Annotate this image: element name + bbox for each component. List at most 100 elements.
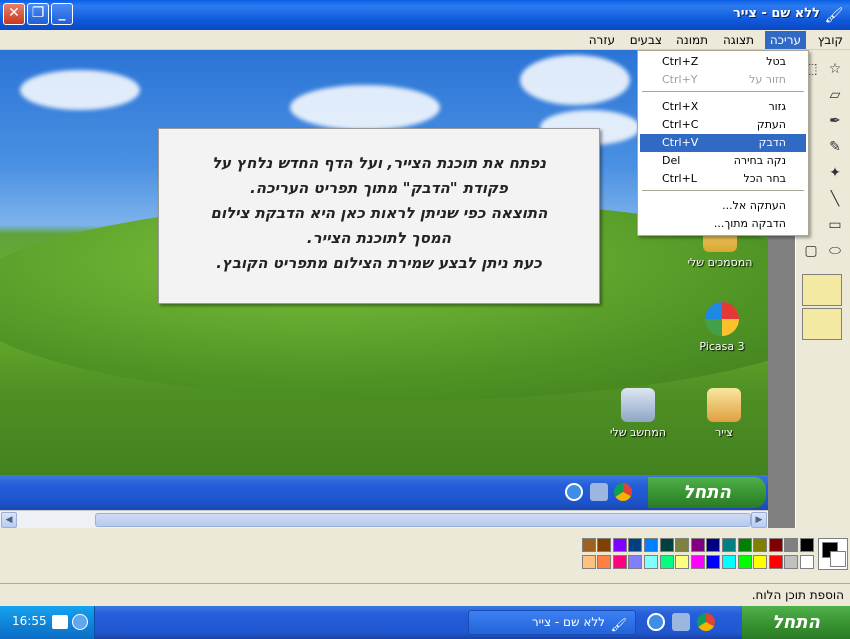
callout-line: כעת ניתן לבצע שמירת הצילום מתפריט הקובץ. bbox=[216, 254, 542, 272]
color-swatch[interactable] bbox=[659, 538, 674, 552]
menu-item-label: חזור על bbox=[749, 73, 786, 86]
minimize-button[interactable]: _ bbox=[51, 3, 73, 25]
menu-item-copy[interactable]: העתק Ctrl+C bbox=[640, 116, 806, 134]
color-swatch[interactable] bbox=[753, 538, 768, 552]
status-bar: הוספת תוכן הלוח. bbox=[0, 583, 850, 606]
menu-item-select-all[interactable]: בחר הכל Ctrl+L bbox=[640, 170, 806, 188]
color-swatch[interactable] bbox=[628, 538, 643, 552]
ellipse-icon[interactable]: ⬭ bbox=[824, 240, 846, 262]
menu-image[interactable]: תמונה bbox=[671, 31, 713, 49]
desktop-icon-picasa[interactable]: Picasa 3 bbox=[682, 302, 762, 353]
callout-line: נפתח את תוכנת הצייר, ועל הדף החדש נלחץ ע… bbox=[211, 154, 547, 172]
color-swatch[interactable] bbox=[722, 538, 736, 552]
menu-file[interactable]: קובץ bbox=[813, 31, 848, 49]
tray-app-icon[interactable] bbox=[52, 615, 68, 629]
menu-item-cut[interactable]: גזור Ctrl+X bbox=[640, 98, 806, 116]
scroll-left-arrow[interactable]: ◀ bbox=[1, 512, 17, 528]
scroll-thumb[interactable] bbox=[95, 513, 751, 527]
ie-icon bbox=[565, 483, 583, 501]
color-swatch[interactable] bbox=[737, 555, 752, 569]
desktop-icon-label: המחשב שלי bbox=[610, 426, 666, 439]
color-swatch[interactable] bbox=[675, 538, 690, 552]
color-swatch[interactable] bbox=[706, 538, 721, 552]
chrome-icon bbox=[614, 483, 632, 501]
color-picker-icon[interactable]: ✒ bbox=[824, 110, 846, 132]
rectangle-icon[interactable]: ▭ bbox=[824, 214, 846, 236]
transparency-option-opaque[interactable] bbox=[802, 274, 842, 306]
start-button[interactable]: התחל bbox=[742, 606, 850, 639]
color-swatch[interactable] bbox=[690, 538, 705, 552]
horizontal-scrollbar[interactable]: ◀ ▶ bbox=[0, 510, 768, 528]
color-swatch[interactable] bbox=[581, 538, 596, 552]
color-swatch[interactable] bbox=[597, 555, 612, 569]
menu-item-label: נקה בחירה bbox=[733, 154, 786, 167]
color-swatch[interactable] bbox=[784, 555, 799, 569]
paint-icon: 🖌 bbox=[824, 6, 844, 24]
current-colors bbox=[818, 538, 848, 570]
close-button[interactable]: ✕ bbox=[3, 3, 25, 25]
menu-item-paste[interactable]: הדבק Ctrl+V bbox=[640, 134, 806, 152]
system-tray: 16:55 bbox=[0, 606, 95, 639]
color-swatch[interactable] bbox=[644, 555, 658, 569]
menu-item-redo[interactable]: חזור על Ctrl+Y bbox=[640, 71, 806, 89]
color-swatch[interactable] bbox=[784, 538, 799, 552]
free-select-icon[interactable]: ☆ bbox=[824, 58, 846, 80]
color-palette bbox=[0, 528, 850, 583]
color-swatch[interactable] bbox=[768, 538, 783, 552]
rounded-rect-icon[interactable]: ▢ bbox=[800, 240, 822, 262]
menu-item-label: העתקה אל... bbox=[722, 199, 786, 212]
scroll-right-arrow[interactable]: ▶ bbox=[751, 512, 767, 528]
instruction-callout: נפתח את תוכנת הצייר, ועל הדף החדש נלחץ ע… bbox=[158, 128, 600, 304]
pasted-taskbar: התחל bbox=[0, 475, 768, 510]
app-icon[interactable] bbox=[672, 613, 690, 631]
desktop-icon-label: Picasa 3 bbox=[699, 340, 745, 353]
status-text: הוספת תוכן הלוח. bbox=[751, 588, 844, 602]
menu-edit[interactable]: עריכה bbox=[764, 31, 806, 49]
menu-item-paste-from[interactable]: הדבקה מתוך... bbox=[640, 215, 806, 233]
menu-item-clear-selection[interactable]: נקה בחירה Del bbox=[640, 152, 806, 170]
airbrush-icon[interactable]: ✦ bbox=[824, 162, 846, 184]
desktop-icon-label: המסמכים שלי bbox=[687, 256, 753, 269]
color-swatch[interactable] bbox=[768, 555, 783, 569]
transparency-option-transparent[interactable] bbox=[802, 308, 842, 340]
menu-help[interactable]: עזרה bbox=[584, 31, 620, 49]
color-swatch[interactable] bbox=[737, 538, 752, 552]
cloud bbox=[520, 55, 630, 105]
menu-item-label: בחר הכל bbox=[743, 172, 786, 185]
color-swatch[interactable] bbox=[612, 538, 627, 552]
ie-icon[interactable] bbox=[647, 613, 665, 631]
color-swatch[interactable] bbox=[659, 555, 674, 569]
color-swatch[interactable] bbox=[628, 555, 643, 569]
menu-item-label: גזור bbox=[768, 100, 786, 113]
color-swatch[interactable] bbox=[644, 538, 658, 552]
color-swatch[interactable] bbox=[753, 555, 768, 569]
color-swatch[interactable] bbox=[675, 555, 690, 569]
menu-item-undo[interactable]: בטל Ctrl+Z bbox=[640, 53, 806, 71]
color-swatch[interactable] bbox=[581, 555, 596, 569]
color-swatch[interactable] bbox=[800, 555, 814, 569]
taskbar: התחל 🖌 ללא שם - צייר 16:55 bbox=[0, 606, 850, 639]
color-swatch[interactable] bbox=[597, 538, 612, 552]
taskbar-button-paint[interactable]: 🖌 ללא שם - צייר bbox=[468, 610, 636, 635]
task-label: ללא שם - צייר bbox=[531, 615, 605, 629]
background-color bbox=[830, 551, 846, 567]
menu-colors[interactable]: צבעים bbox=[625, 31, 667, 49]
callout-line: המסך לתוכנת הצייר. bbox=[306, 229, 452, 247]
chrome-icon[interactable] bbox=[697, 613, 715, 631]
desktop-icon-paint[interactable]: צייר bbox=[684, 388, 764, 439]
line-icon[interactable]: ╲ bbox=[824, 188, 846, 210]
maximize-button[interactable]: ❐ bbox=[27, 3, 49, 25]
color-swatch[interactable] bbox=[800, 538, 814, 552]
color-swatch[interactable] bbox=[722, 555, 736, 569]
eraser-icon[interactable]: ▱ bbox=[824, 84, 846, 106]
menu-view[interactable]: תצוגה bbox=[718, 31, 759, 49]
menu-item-shortcut: Ctrl+V bbox=[662, 136, 699, 149]
desktop-icon-my-computer[interactable]: המחשב שלי bbox=[598, 388, 678, 439]
pencil-icon[interactable]: ✎ bbox=[824, 136, 846, 158]
color-swatch[interactable] bbox=[706, 555, 721, 569]
color-swatch[interactable] bbox=[690, 555, 705, 569]
color-swatch[interactable] bbox=[612, 555, 627, 569]
menu-item-copy-to[interactable]: העתקה אל... bbox=[640, 197, 806, 215]
picasa-icon bbox=[705, 302, 739, 336]
tray-chevron-icon[interactable] bbox=[72, 614, 88, 630]
